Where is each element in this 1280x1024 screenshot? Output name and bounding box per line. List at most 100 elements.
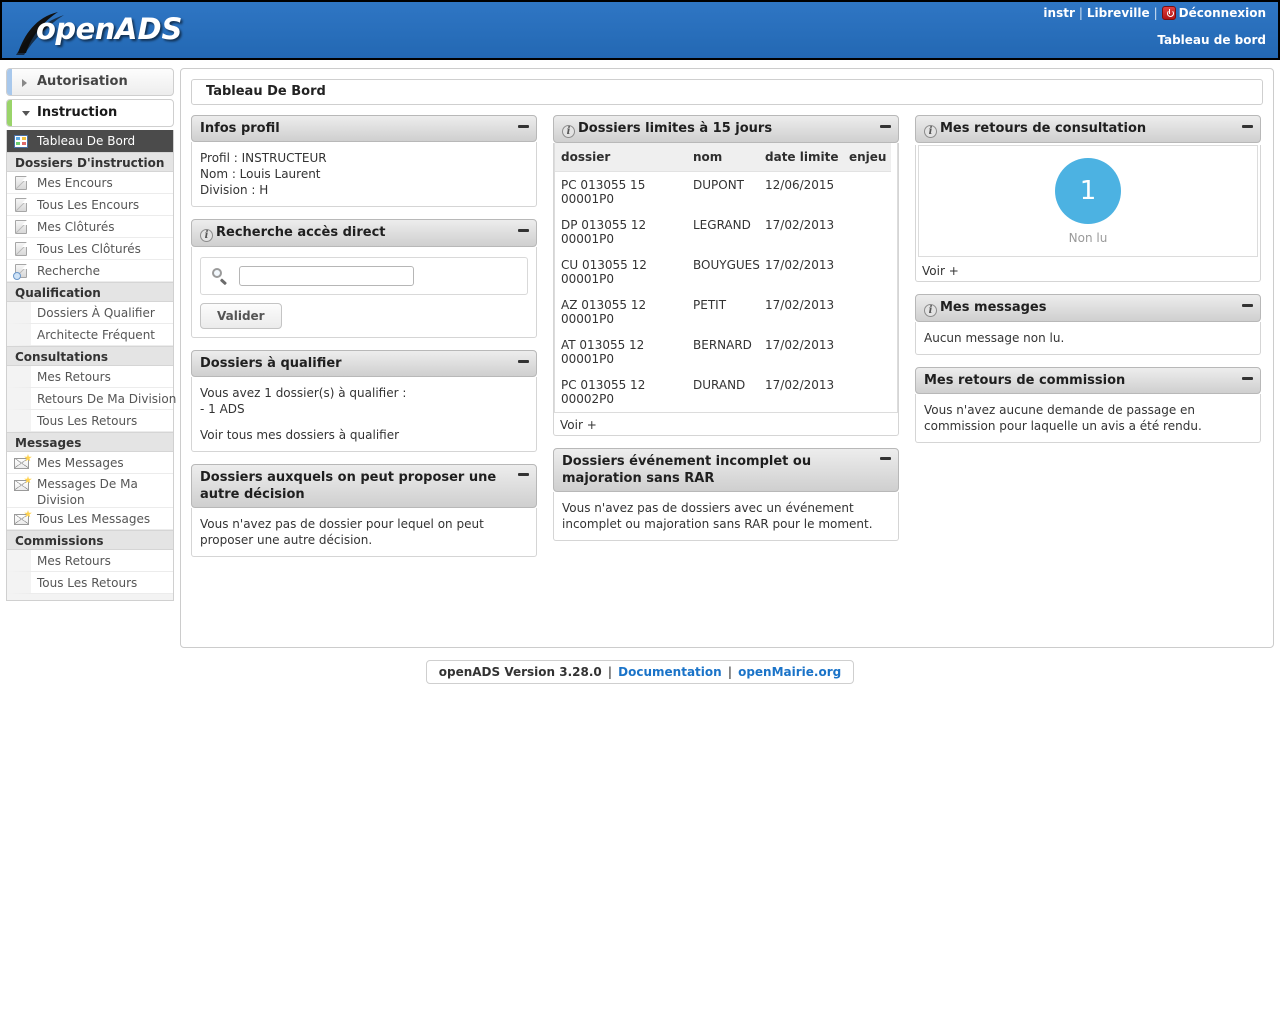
widget-body: Vous n'avez aucune demande de passage en… <box>915 394 1261 443</box>
header-city-link[interactable]: Libreville <box>1087 6 1150 20</box>
sidebar-item-consultations-tous-les-retours[interactable]: Tous Les Retours <box>7 410 173 432</box>
profil-line: Profil : INSTRUCTEUR <box>200 151 327 165</box>
a-qualifier-count-line: Vous avez 1 dossier(s) à qualifier : <box>200 386 407 400</box>
column-header-date-limite[interactable]: date limite <box>759 143 843 172</box>
sidebar-item-mes-encours[interactable]: Mes Encours <box>7 172 173 194</box>
widget-header[interactable]: Mes retours de commission <box>915 367 1261 394</box>
mail-icon <box>14 480 29 491</box>
cell-nom: DURAND <box>693 378 746 392</box>
sidebar-item-label: Tous Les Retours <box>37 576 138 590</box>
sidebar-section-label: Instruction <box>37 105 118 120</box>
logo-open-text: open <box>36 12 116 46</box>
sidebar-item-mes-messages[interactable]: Mes Messages <box>7 452 173 474</box>
table-scroll-wrapper: dossier nom date limite enjeu PC 013055 … <box>554 143 898 413</box>
collapse-icon[interactable] <box>518 229 529 232</box>
collapse-icon[interactable] <box>518 125 529 128</box>
collapse-icon[interactable] <box>880 457 891 460</box>
widget-mes-retours-commission: Mes retours de commission Vous n'avez au… <box>915 367 1261 443</box>
logo-wordmark: openADS <box>36 12 182 46</box>
mes-messages-body: Aucun message non lu. <box>924 331 1065 345</box>
footer-version: openADS Version 3.28.0 <box>438 665 602 679</box>
unread-count-label: Non lu <box>1068 231 1108 245</box>
table-row[interactable]: PC 013055 12 00002P0 DURAND 17/02/2013 <box>555 372 891 412</box>
sidebar-section-instruction[interactable]: Instruction <box>6 99 174 127</box>
table-header-row: dossier nom date limite enjeu <box>555 143 891 172</box>
widget-header[interactable]: i Recherche accès direct <box>191 219 537 247</box>
sidebar-item-label: Mes Messages <box>37 456 124 470</box>
table-row[interactable]: PC 013055 15 00001P0 DUPONT 12/06/2015 <box>555 172 891 213</box>
widget-header[interactable]: i Mes messages <box>915 294 1261 322</box>
widget-mes-messages: i Mes messages Aucun message non lu. <box>915 294 1261 355</box>
sidebar-item-architecte-frequent[interactable]: Architecte Fréquent <box>7 324 173 346</box>
column-header-nom[interactable]: nom <box>687 143 759 172</box>
sidebar-group-consultations: Consultations <box>7 346 173 366</box>
collapse-icon[interactable] <box>1242 304 1253 307</box>
openmairie-link[interactable]: openMairie.org <box>738 665 841 679</box>
collapse-icon[interactable] <box>1242 377 1253 380</box>
voir-plus-link-limites[interactable]: Voir + <box>554 413 898 435</box>
cell-dossier: CU 013055 12 00001P0 <box>561 258 647 286</box>
section-tab-indicator <box>7 69 12 95</box>
main-content: Tableau De Bord Infos profil Profil : IN… <box>180 68 1274 648</box>
sidebar-item-messages-de-ma-division[interactable]: Messages De Ma Division <box>7 474 173 508</box>
mail-icon <box>14 514 29 525</box>
collapse-icon[interactable] <box>518 473 529 476</box>
section-tab-indicator <box>7 100 12 126</box>
sidebar-item-consultations-mes-retours[interactable]: Mes Retours <box>7 366 173 388</box>
widget-header[interactable]: Infos profil <box>191 115 537 142</box>
sidebar-item-mes-clotures[interactable]: Mes Clôturés <box>7 216 173 238</box>
sidebar-item-tous-les-encours[interactable]: Tous Les Encours <box>7 194 173 216</box>
widget-body: Vous n'avez pas de dossiers avec un évén… <box>553 492 899 541</box>
header-subtitle: Tableau de bord <box>1157 33 1266 47</box>
widget-header[interactable]: Dossiers auxquels on peut proposer une a… <box>191 464 537 508</box>
header-user-link[interactable]: instr <box>1043 6 1074 20</box>
table-row[interactable]: AZ 013055 12 00001P0 PETIT 17/02/2013 <box>555 292 891 332</box>
dashboard-columns: Infos profil Profil : INSTRUCTEUR Nom : … <box>191 115 1263 569</box>
valider-button[interactable]: Valider <box>200 303 282 329</box>
widget-header[interactable]: i Dossiers limites à 15 jours <box>553 115 899 143</box>
chevron-down-icon <box>22 111 30 116</box>
table-row[interactable]: AT 013055 12 00001P0 BERNARD 17/02/2013 <box>555 332 891 372</box>
cell-enjeu <box>843 372 891 412</box>
footer-separator-2: | <box>727 665 733 679</box>
collapse-icon[interactable] <box>518 360 529 363</box>
logout-link[interactable]: Déconnexion <box>1179 6 1266 20</box>
widget-recherche-acces-direct: i Recherche accès direct Valider <box>191 219 537 338</box>
widget-header[interactable]: i Mes retours de consultation <box>915 115 1261 143</box>
sidebar-item-tableau-de-bord[interactable]: Tableau De Bord <box>7 130 173 152</box>
openads-logo: openADS <box>12 7 182 55</box>
app-header: openADS instr | Libreville | Déconnexion Tab… <box>0 0 1280 60</box>
widget-header[interactable]: Dossiers à qualifier <box>191 350 537 377</box>
documentation-link[interactable]: Documentation <box>618 665 722 679</box>
app-footer: openADS Version 3.28.0 | Documentation | ope… <box>0 660 1280 684</box>
column-header-dossier[interactable]: dossier <box>555 143 687 172</box>
search-input[interactable] <box>239 266 414 286</box>
column-header-enjeu[interactable]: enjeu <box>843 143 891 172</box>
sidebar-item-retours-de-ma-division[interactable]: Retours De Ma Division <box>7 388 176 410</box>
sidebar-section-autorisation[interactable]: Autorisation <box>6 68 174 96</box>
nom-line: Nom : Louis Laurent <box>200 167 321 181</box>
collapse-icon[interactable] <box>880 125 891 128</box>
widget-header[interactable]: Dossiers événement incomplet ou majorati… <box>553 448 899 492</box>
sidebar-item-tous-les-messages[interactable]: Tous Les Messages <box>7 508 173 530</box>
sidebar-item-label: Mes Clôturés <box>37 220 115 234</box>
unread-stat-box[interactable]: 1 Non lu <box>918 145 1258 257</box>
sidebar-item-dossiers-a-qualifier[interactable]: Dossiers À Qualifier <box>7 302 173 324</box>
widget-evenement-incomplet: Dossiers événement incomplet ou majorati… <box>553 448 899 541</box>
sidebar-item-commissions-mes-retours[interactable]: Mes Retours <box>7 550 173 572</box>
sidebar-item-commissions-tous-les-retours[interactable]: Tous Les Retours <box>7 572 173 594</box>
sidebar-item-label: Tous Les Encours <box>37 198 140 212</box>
sidebar-item-label: Tous Les Clôturés <box>37 242 141 256</box>
sidebar-group-messages: Messages <box>7 432 173 452</box>
unread-count-circle: 1 <box>1055 158 1121 224</box>
sidebar-item-recherche[interactable]: Recherche <box>7 260 173 282</box>
collapse-icon[interactable] <box>1242 125 1253 128</box>
table-row[interactable]: DP 013055 12 00001P0 LEGRAND 17/02/2013 <box>555 212 891 252</box>
voir-plus-label: Voir + <box>560 418 597 432</box>
table-row[interactable]: CU 013055 12 00001P0 BOUYGUES 17/02/2013 <box>555 252 891 292</box>
voir-plus-link-consultation[interactable]: Voir + <box>916 259 1260 281</box>
sidebar-item-tous-les-clotures[interactable]: Tous Les Clôturés <box>7 238 173 260</box>
a-qualifier-link[interactable]: Voir tous mes dossiers à qualifier <box>200 427 528 443</box>
sidebar-item-label: Mes Retours <box>37 554 111 568</box>
